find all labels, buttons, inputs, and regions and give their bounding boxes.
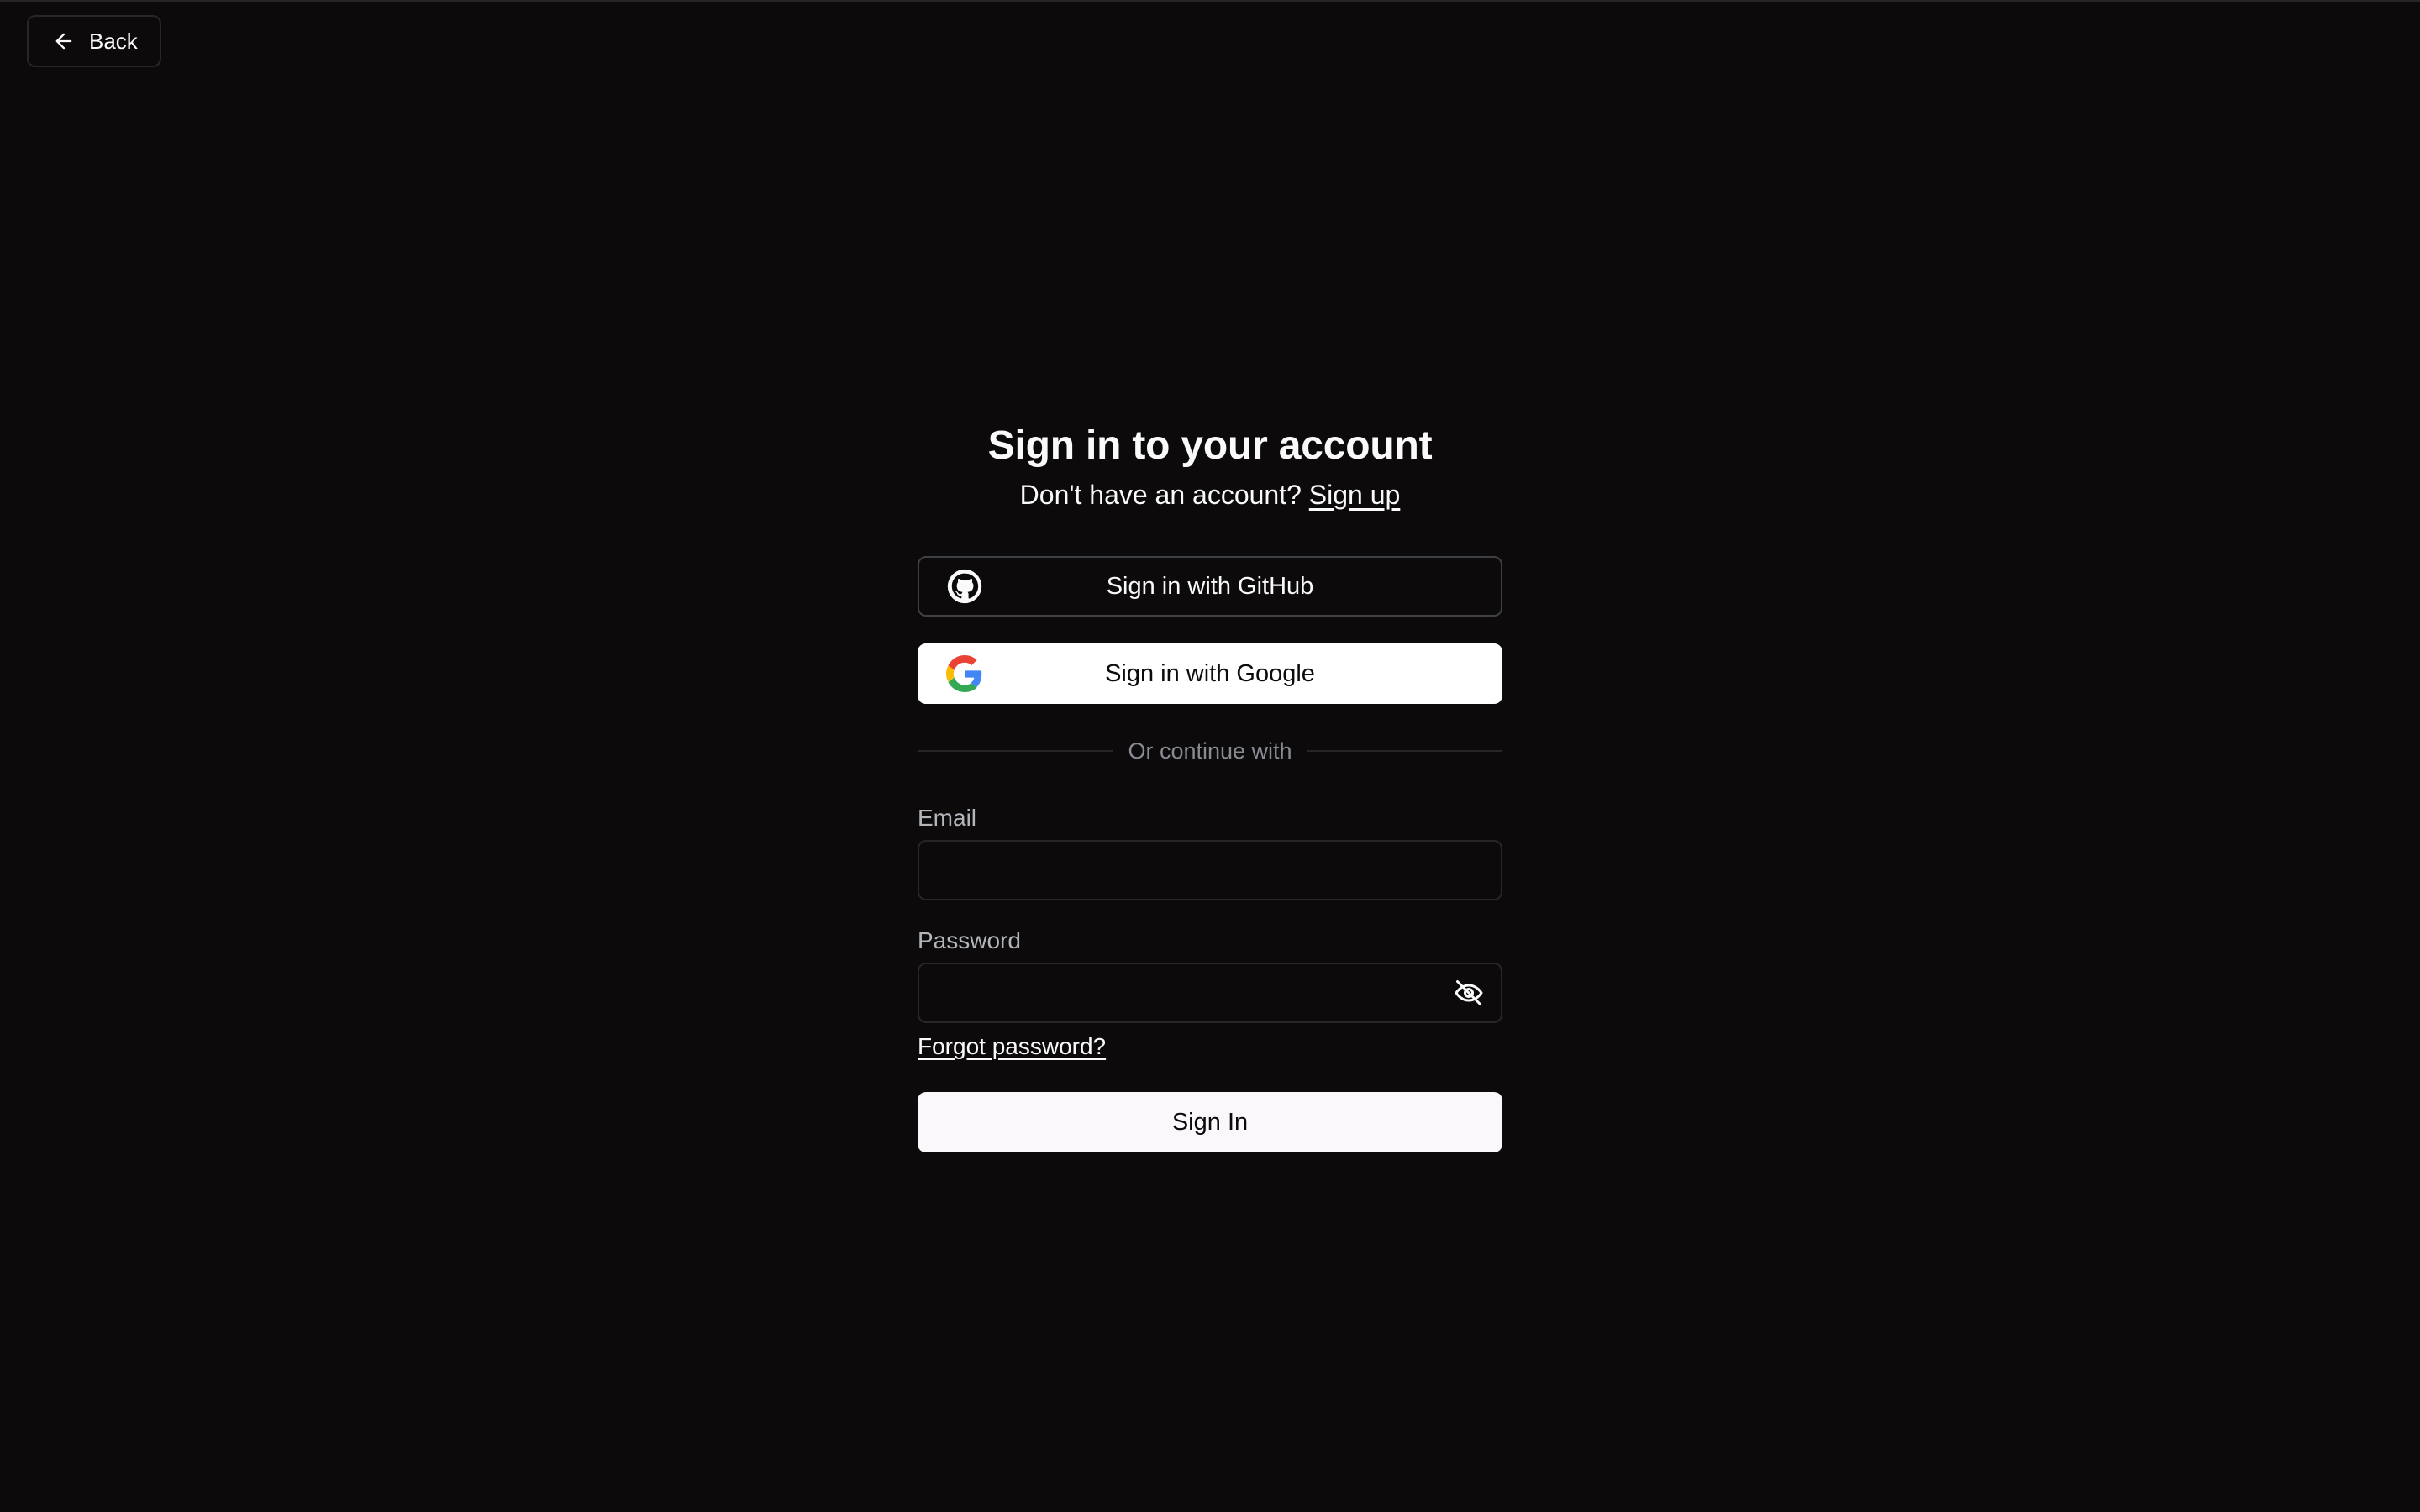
- password-field-wrapper: [918, 963, 1502, 1023]
- github-signin-button[interactable]: Sign in with GitHub: [918, 556, 1502, 617]
- divider-line-right: [1307, 750, 1502, 752]
- back-button[interactable]: Back: [27, 15, 161, 67]
- signup-prompt-text: Don't have an account?: [1019, 480, 1302, 510]
- password-field[interactable]: [919, 964, 1501, 1021]
- signup-prompt: Don't have an account? Sign up: [918, 477, 1502, 512]
- google-signin-label: Sign in with Google: [1105, 659, 1315, 687]
- divider-line-left: [918, 750, 1113, 752]
- sign-in-page: Back Sign in to your account Don't have …: [0, 0, 2420, 1512]
- divider-text: Or continue with: [1128, 738, 1292, 764]
- google-icon: [946, 655, 983, 692]
- google-signin-button[interactable]: Sign in with Google: [918, 643, 1502, 704]
- signup-link[interactable]: Sign up: [1309, 480, 1401, 510]
- github-icon: [946, 568, 983, 605]
- arrow-left-icon: [52, 29, 76, 53]
- back-button-label: Back: [89, 28, 138, 54]
- email-field-wrapper: [918, 840, 1502, 900]
- page-title: Sign in to your account: [987, 423, 1433, 468]
- forgot-password-link[interactable]: Forgot password?: [918, 1033, 1106, 1060]
- sign-in-card: Sign in to your account Don't have an ac…: [918, 422, 1502, 1152]
- sign-in-button[interactable]: Sign In: [918, 1092, 1502, 1152]
- sign-in-button-label: Sign In: [1171, 1108, 1249, 1136]
- password-label: Password: [918, 927, 1021, 953]
- email-field[interactable]: [919, 842, 1501, 899]
- eye-off-icon[interactable]: [1454, 978, 1484, 1008]
- or-divider: Or continue with: [918, 736, 1502, 766]
- email-label: Email: [918, 805, 977, 831]
- github-signin-label: Sign in with GitHub: [1106, 572, 1314, 600]
